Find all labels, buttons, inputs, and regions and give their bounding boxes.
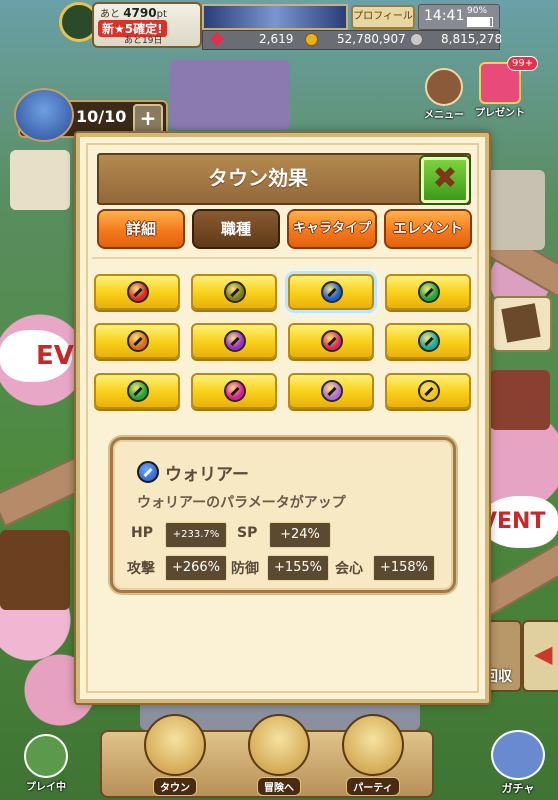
building[interactable] — [485, 170, 545, 250]
nav-adventure[interactable]: 冒険へ — [246, 714, 312, 796]
present-label: プレゼント — [475, 108, 525, 119]
event-bubble-right[interactable]: VENT — [480, 496, 558, 548]
critical-label: 会心 — [335, 561, 363, 577]
rank-days-left: あと19日 — [124, 36, 163, 46]
job-button[interactable] — [288, 274, 374, 310]
gacha-label: ガチャ — [501, 782, 535, 795]
sp-label: SP — [237, 525, 258, 541]
job-name: ウォリアー — [165, 465, 249, 485]
nav-town-label: タウン — [153, 777, 197, 796]
job-button[interactable] — [288, 323, 374, 359]
profile-button[interactable]: プロフィール — [351, 5, 415, 29]
job-icon — [321, 330, 343, 352]
building[interactable] — [170, 60, 290, 130]
menu-icon — [425, 68, 463, 106]
job-icon — [127, 330, 149, 352]
tab-element[interactable]: エレメント — [384, 209, 472, 249]
nav-party-label: パーティ — [346, 777, 400, 796]
job-icon — [418, 281, 440, 303]
playing-button[interactable]: プレイ中 — [18, 734, 74, 800]
job-description: ウォリアーのパラメータがアップ — [137, 495, 346, 511]
event-banner[interactable] — [202, 4, 348, 30]
critical-value: +158% — [373, 555, 435, 581]
tab-details[interactable]: 詳細 — [97, 209, 185, 249]
party-icon — [342, 714, 404, 776]
warrior-job-icon — [137, 461, 159, 483]
job-button[interactable] — [191, 373, 277, 409]
present-count-badge: 99+ — [507, 56, 539, 71]
town-icon — [144, 714, 206, 776]
job-button[interactable] — [94, 373, 180, 409]
job-icon — [224, 330, 246, 352]
close-button[interactable]: ✖ — [421, 157, 469, 203]
attack-label: 攻撃 — [127, 561, 155, 577]
defense-value: +155% — [267, 555, 329, 581]
job-icon — [418, 380, 440, 402]
building[interactable] — [0, 530, 70, 610]
town-effect-dialog: タウン効果 ✖ 詳細 職種 キャラタイプ エレメント ウォリアー ウォリアーのパ… — [76, 133, 489, 703]
stamina-character-icon — [14, 88, 74, 142]
stamina-value: 10/10 — [76, 107, 127, 126]
job-icon — [127, 281, 149, 303]
medal-count: 8,815,278 — [441, 32, 503, 46]
menu-button[interactable]: メニュー — [418, 68, 470, 121]
clock-display: 14:41 90% — [418, 4, 500, 30]
battery-text: 90% — [467, 6, 488, 16]
arrow-left-icon: ◀ — [534, 640, 553, 668]
job-button[interactable] — [191, 274, 277, 310]
ticket-icon — [501, 303, 541, 343]
nav-town[interactable]: タウン — [142, 714, 208, 796]
gem-count: 2,619 — [259, 32, 294, 46]
hp-label: HP — [131, 525, 153, 541]
hp-value: +233.7% — [165, 522, 227, 548]
rank-progress-box[interactable]: あと 4790pt 新★5確定! あと19日 — [92, 2, 202, 48]
currency-bar: 2,619 52,780,907 8,815,278 — [202, 30, 503, 50]
job-button[interactable] — [385, 373, 471, 409]
adventure-icon — [248, 714, 310, 776]
defense-label: 防御 — [231, 561, 259, 577]
gacha-button[interactable]: ガチャ — [486, 730, 550, 800]
nav-adventure-label: 冒険へ — [257, 777, 301, 796]
job-button[interactable] — [94, 323, 180, 359]
divider — [92, 257, 472, 259]
building[interactable] — [10, 150, 70, 210]
job-icon — [127, 380, 149, 402]
job-button[interactable] — [94, 274, 180, 310]
dialog-title: タウン効果 — [208, 166, 308, 190]
playing-icon — [24, 734, 68, 778]
job-icon — [321, 380, 343, 402]
rank-points-text: あと 4790pt — [100, 6, 167, 20]
job-icon — [224, 380, 246, 402]
job-button[interactable] — [385, 274, 471, 310]
coin-count: 52,780,907 — [337, 32, 406, 46]
side-ticket-button[interactable] — [492, 296, 552, 352]
job-icon — [321, 281, 343, 303]
sp-value: +24% — [269, 522, 331, 548]
job-info-panel: ウォリアー ウォリアーのパラメータがアップ HP +233.7% SP +24%… — [110, 437, 456, 593]
job-button[interactable] — [385, 323, 471, 359]
dialog-title-bar: タウン効果 — [97, 153, 471, 205]
attack-value: +266% — [165, 555, 227, 581]
nav-party[interactable]: パーティ — [340, 714, 406, 796]
job-button[interactable] — [288, 373, 374, 409]
tab-character-type[interactable]: キャラタイプ — [287, 209, 377, 249]
battery-icon — [467, 17, 493, 27]
event-bubble-left[interactable]: EV — [0, 330, 74, 382]
side-arrow-button[interactable]: ◀ — [522, 620, 558, 692]
gacha-icon — [491, 730, 545, 780]
tab-job-type[interactable]: 職種 — [192, 209, 280, 249]
job-icon — [418, 330, 440, 352]
building[interactable] — [490, 370, 550, 430]
job-icon — [224, 281, 246, 303]
job-button[interactable] — [191, 323, 277, 359]
medal-icon — [410, 33, 423, 46]
coin-icon — [305, 33, 318, 46]
time-text: 14:41 — [424, 8, 465, 24]
playing-label: プレイ中 — [26, 782, 66, 793]
menu-label: メニュー — [424, 110, 464, 121]
stamina-plus-button[interactable]: + — [133, 104, 163, 134]
